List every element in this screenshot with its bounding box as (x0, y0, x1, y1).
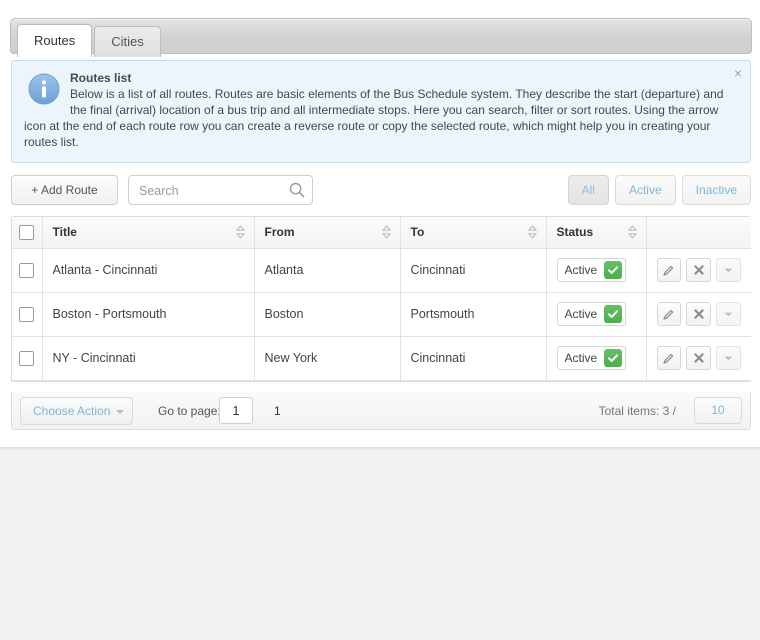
tab-cities[interactable]: Cities (94, 26, 161, 57)
search-input[interactable] (137, 176, 286, 206)
goto-page-input[interactable] (219, 397, 253, 424)
cell-to: Portsmouth (400, 292, 547, 337)
cell-from: Atlanta (254, 248, 401, 293)
sort-icon[interactable] (381, 225, 391, 240)
total-items-label: Total items: 3 / (598, 404, 676, 418)
info-panel: × Routes list Below is a list of all rou… (11, 60, 751, 163)
cell-status: Active (546, 292, 647, 337)
table-footer: Choose Action Go to page: 1 Total items:… (11, 392, 751, 430)
chevron-down-icon[interactable] (716, 302, 741, 326)
cell-title: NY - Cincinnati (42, 336, 255, 381)
table-header-row: Title From To Status (12, 217, 751, 249)
row-action-group (656, 346, 742, 370)
info-close-icon[interactable]: × (734, 66, 742, 80)
column-header-actions (646, 217, 751, 249)
column-header-status[interactable]: Status (546, 217, 647, 249)
tab-bar: Routes Cities (10, 18, 752, 57)
table-body: Atlanta - Cincinnati Atlanta Cincinnati … (12, 248, 751, 381)
per-page-button[interactable]: 10 (694, 397, 742, 424)
filter-all-button[interactable]: All (567, 175, 609, 205)
row-checkbox[interactable] (19, 306, 35, 322)
row-select-cell (12, 248, 43, 293)
chevron-down-icon (116, 410, 125, 414)
tab-routes[interactable]: Routes (17, 24, 93, 57)
cell-actions (646, 248, 751, 293)
cell-actions (646, 292, 751, 337)
row-select-cell (12, 336, 43, 381)
select-all-header (12, 217, 43, 249)
select-all-checkbox[interactable] (19, 224, 35, 240)
app-container: Routes Cities × Routes list Below is a l… (0, 0, 760, 448)
cell-to: Cincinnati (400, 336, 547, 381)
goto-page-label: Go to page: (158, 404, 221, 418)
check-icon (604, 261, 623, 279)
row-action-group (656, 302, 742, 326)
column-header-to-label: To (410, 225, 425, 240)
tab-routes-label: Routes (34, 33, 76, 48)
cell-to: Cincinnati (400, 248, 547, 293)
cell-from: Boston (254, 292, 401, 337)
chevron-down-icon[interactable] (716, 346, 741, 370)
pencil-edit-icon[interactable] (656, 258, 682, 282)
info-line-4: routes list. (24, 135, 79, 149)
cell-status: Active (546, 336, 647, 381)
cell-actions (646, 336, 751, 381)
filter-inactive-button[interactable]: Inactive (681, 175, 751, 205)
close-delete-icon[interactable] (686, 346, 712, 370)
row-select-cell (12, 292, 43, 337)
chevron-down-icon[interactable] (716, 258, 741, 282)
status-badge[interactable]: Active (556, 302, 627, 326)
info-line-3: icon at the end of each route row you ca… (24, 119, 711, 133)
row-checkbox[interactable] (19, 350, 35, 366)
toolbar: + Add Route All Active Inactive (11, 175, 751, 207)
table-row[interactable]: Boston - Portsmouth Boston Portsmouth Ac… (12, 292, 751, 337)
status-badge[interactable]: Active (556, 346, 627, 370)
row-checkbox[interactable] (19, 262, 35, 278)
cell-status: Active (546, 248, 647, 293)
column-header-from[interactable]: From (254, 217, 401, 249)
sort-icon[interactable] (627, 225, 637, 240)
choose-action-label: Choose Action (33, 404, 111, 418)
close-delete-icon[interactable] (686, 302, 712, 326)
status-badge-label: Active (564, 351, 598, 365)
pencil-edit-icon[interactable] (656, 346, 682, 370)
table-row[interactable]: Atlanta - Cincinnati Atlanta Cincinnati … (12, 248, 751, 293)
table-row[interactable]: NY - Cincinnati New York Cincinnati Acti… (12, 336, 751, 381)
sort-icon[interactable] (235, 225, 245, 240)
column-header-title-label: Title (52, 225, 77, 240)
column-header-from-label: From (264, 225, 295, 240)
cell-from: New York (254, 336, 401, 381)
filter-active-button[interactable]: Active (614, 175, 676, 205)
search-icon[interactable] (289, 182, 305, 198)
sort-icon[interactable] (527, 225, 537, 240)
search-box (128, 175, 313, 206)
info-title: Routes list (70, 71, 132, 85)
tab-list: Routes Cities (17, 24, 163, 57)
cell-title: Atlanta - Cincinnati (42, 248, 255, 293)
status-badge-label: Active (564, 263, 598, 277)
pencil-edit-icon[interactable] (656, 302, 682, 326)
cell-title: Boston - Portsmouth (42, 292, 255, 337)
status-badge[interactable]: Active (556, 258, 627, 282)
info-line-2: the final (arrival) location of a bus tr… (70, 103, 719, 117)
info-circle-icon (28, 73, 60, 105)
choose-action-dropdown[interactable]: Choose Action (20, 397, 134, 425)
close-delete-icon[interactable] (686, 258, 712, 282)
check-icon (604, 349, 623, 367)
info-line-1: Below is a list of all routes. Routes ar… (70, 87, 724, 101)
status-badge-label: Active (564, 307, 598, 321)
column-header-to[interactable]: To (400, 217, 547, 249)
row-action-group (656, 258, 742, 282)
routes-table: Title From To Status Atlanta - Cincinnat… (11, 216, 751, 382)
table-header: Title From To Status (12, 217, 751, 249)
column-header-title[interactable]: Title (42, 217, 255, 249)
add-route-button[interactable]: + Add Route (11, 175, 118, 205)
column-header-status-label: Status (556, 225, 594, 240)
tab-cities-label: Cities (111, 34, 144, 49)
check-icon (604, 305, 623, 323)
pagination-page-1[interactable]: 1 (274, 404, 281, 418)
status-filter-group: All Active Inactive (562, 175, 751, 205)
